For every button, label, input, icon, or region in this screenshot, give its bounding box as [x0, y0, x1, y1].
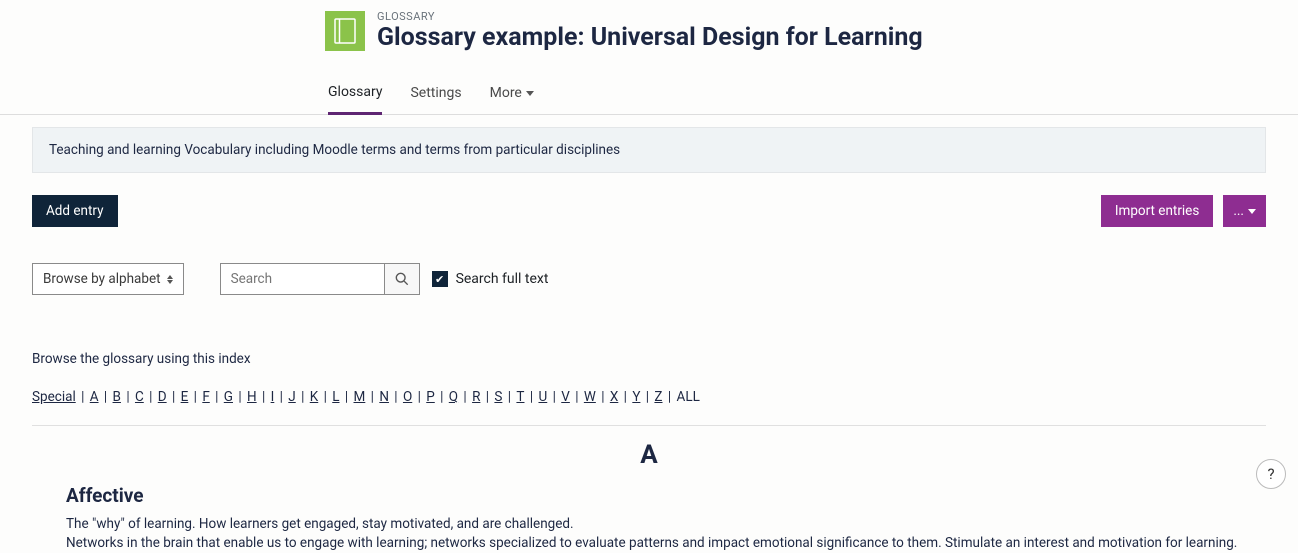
more-actions-button[interactable]: ... — [1223, 195, 1266, 227]
index-link[interactable]: A — [90, 389, 99, 405]
help-button[interactable]: ? — [1256, 459, 1286, 489]
index-link[interactable]: G — [224, 389, 233, 405]
separator: | — [169, 389, 179, 405]
separator: | — [482, 389, 492, 405]
separator: | — [367, 389, 377, 405]
glossary-icon — [325, 11, 365, 51]
index-link[interactable]: H — [247, 389, 257, 405]
more-label: ... — [1233, 203, 1244, 219]
tab-settings[interactable]: Settings — [410, 76, 461, 114]
index-link[interactable]: F — [202, 389, 209, 405]
browse-mode-select[interactable]: Browse by alphabet — [32, 263, 184, 295]
index-link[interactable]: M — [354, 389, 366, 405]
description: Teaching and learning Vocabulary includi… — [32, 127, 1266, 173]
chevron-down-icon — [1248, 209, 1256, 214]
glossary-entry: Affective The "why" of learning. How lea… — [32, 484, 1266, 553]
index-link[interactable]: Q — [449, 389, 458, 405]
separator: | — [235, 389, 245, 405]
index-link[interactable]: K — [310, 389, 318, 405]
select-label: Browse by alphabet — [43, 271, 161, 287]
separator: | — [78, 389, 88, 405]
index-link[interactable]: T — [516, 389, 524, 405]
index-link[interactable]: Special — [32, 389, 76, 405]
section-letter: A — [32, 440, 1266, 470]
separator: | — [123, 389, 133, 405]
index-link[interactable]: O — [403, 389, 412, 405]
tab-label: Settings — [410, 85, 461, 101]
tab-more[interactable]: More — [490, 76, 534, 114]
separator: | — [101, 389, 111, 405]
separator: | — [320, 389, 330, 405]
browse-index-label: Browse the glossary using this index — [32, 351, 1266, 367]
separator: | — [414, 389, 424, 405]
separator: | — [526, 389, 536, 405]
index-link[interactable]: P — [426, 389, 435, 405]
separator: | — [665, 389, 675, 405]
search-full-text-checkbox[interactable]: ✔ Search full text — [432, 271, 549, 287]
index-link[interactable]: W — [584, 389, 596, 405]
separator: | — [259, 389, 269, 405]
separator: | — [212, 389, 222, 405]
page-title: Glossary example: Universal Design for L… — [377, 23, 923, 52]
index-link[interactable]: Y — [632, 389, 640, 405]
separator: | — [598, 389, 608, 405]
index-link[interactable]: J — [288, 389, 295, 405]
separator: | — [342, 389, 352, 405]
separator: | — [642, 389, 652, 405]
index-link[interactable]: L — [332, 389, 339, 405]
search-icon — [395, 272, 409, 286]
search-input[interactable] — [220, 263, 385, 295]
index-link[interactable]: S — [494, 389, 502, 405]
entry-line: The "why" of learning. How learners get … — [66, 516, 574, 532]
index-link[interactable]: C — [135, 389, 144, 405]
entry-body: The "why" of learning. How learners get … — [66, 515, 1266, 553]
separator: | — [190, 389, 200, 405]
index-link[interactable]: V — [561, 389, 570, 405]
index-current: ALL — [677, 389, 700, 405]
entry-line: Networks in the brain that enable us to … — [66, 535, 1237, 551]
index-link[interactable]: X — [610, 389, 618, 405]
tab-glossary[interactable]: Glossary — [328, 76, 382, 115]
separator: | — [572, 389, 582, 405]
tab-bar: Glossary Settings More — [0, 76, 1298, 115]
add-entry-button[interactable]: Add entry — [32, 195, 118, 227]
separator: | — [276, 389, 286, 405]
index-link[interactable]: D — [158, 389, 167, 405]
index-link[interactable]: R — [472, 389, 480, 405]
alphabet-index: Special | A | B | C | D | E | F | G | H … — [32, 389, 1266, 405]
chevron-down-icon — [526, 91, 534, 96]
tab-label: More — [490, 85, 522, 101]
tab-label: Glossary — [328, 84, 382, 100]
separator: | — [298, 389, 308, 405]
import-entries-button[interactable]: Import entries — [1101, 195, 1213, 227]
separator: | — [504, 389, 514, 405]
separator: | — [391, 389, 401, 405]
separator: | — [437, 389, 447, 405]
divider — [32, 425, 1266, 426]
checkbox-checked-icon: ✔ — [432, 271, 448, 287]
index-link[interactable]: U — [538, 389, 547, 405]
entry-title: Affective — [66, 484, 1266, 507]
index-link[interactable]: I — [271, 389, 275, 405]
breadcrumb: GLOSSARY — [377, 10, 923, 23]
index-link[interactable]: E — [181, 389, 189, 405]
checkbox-label: Search full text — [456, 271, 549, 287]
sort-icon — [167, 275, 173, 284]
separator: | — [620, 389, 630, 405]
index-link[interactable]: Z — [654, 389, 662, 405]
separator: | — [146, 389, 156, 405]
index-link[interactable]: B — [113, 389, 121, 405]
index-link[interactable]: N — [379, 389, 389, 405]
separator: | — [549, 389, 559, 405]
search-button[interactable] — [385, 263, 420, 295]
separator: | — [460, 389, 470, 405]
